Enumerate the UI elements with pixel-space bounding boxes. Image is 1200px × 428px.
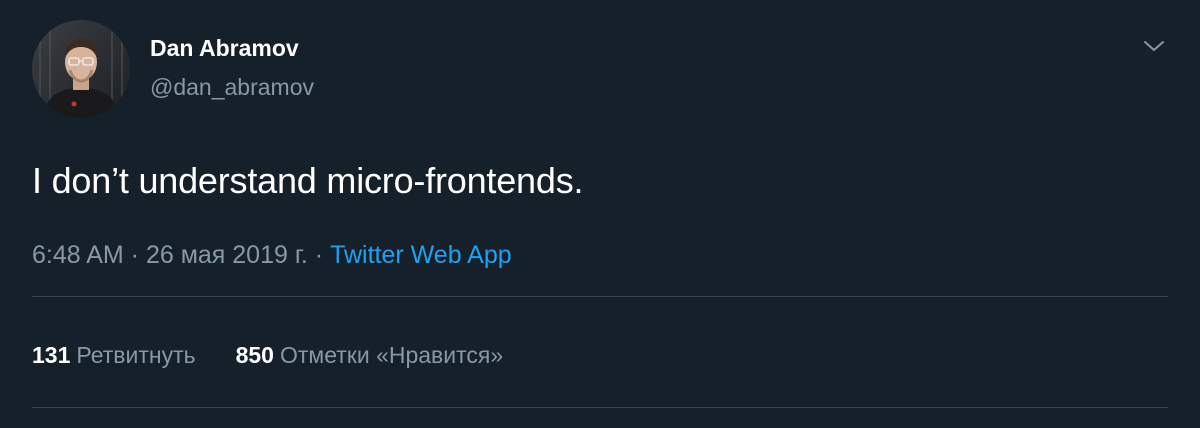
likes-label: Отметки «Нравится»	[279, 342, 504, 368]
tweet-menu-button[interactable]	[1138, 30, 1170, 62]
chevron-down-icon	[1144, 41, 1164, 51]
divider	[32, 296, 1168, 297]
author-display-name[interactable]: Dan Abramov	[150, 35, 299, 62]
tweet-date[interactable]: 26 мая 2019 г.	[146, 241, 308, 269]
meta-separator: ·	[307, 241, 331, 269]
retweets-label: Ретвитнуть	[76, 342, 196, 368]
retweets-stat[interactable]: 131 Ретвитнуть	[32, 342, 196, 369]
likes-count: 850	[235, 342, 274, 368]
tweet-card: Dan Abramov @dan_abramov I don’t underst…	[0, 0, 1200, 428]
retweets-count: 131	[32, 342, 71, 368]
avatar-photo	[32, 20, 130, 118]
tweet-text: I don’t understand micro-frontends.	[32, 160, 584, 201]
tweet-source-link[interactable]: Twitter Web App	[330, 241, 512, 269]
tweet-time[interactable]: 6:48 AM	[32, 241, 124, 269]
divider	[32, 407, 1168, 408]
meta-separator: ·	[123, 241, 146, 269]
avatar[interactable]	[32, 20, 130, 118]
author-handle[interactable]: @dan_abramov	[150, 74, 314, 101]
tweet-stats: 131 Ретвитнуть 850 Отметки «Нравится»	[32, 342, 503, 369]
tweet-meta: 6:48 AM · 26 мая 2019 г. · Twitter Web A…	[32, 241, 512, 270]
likes-stat[interactable]: 850 Отметки «Нравится»	[236, 342, 504, 369]
